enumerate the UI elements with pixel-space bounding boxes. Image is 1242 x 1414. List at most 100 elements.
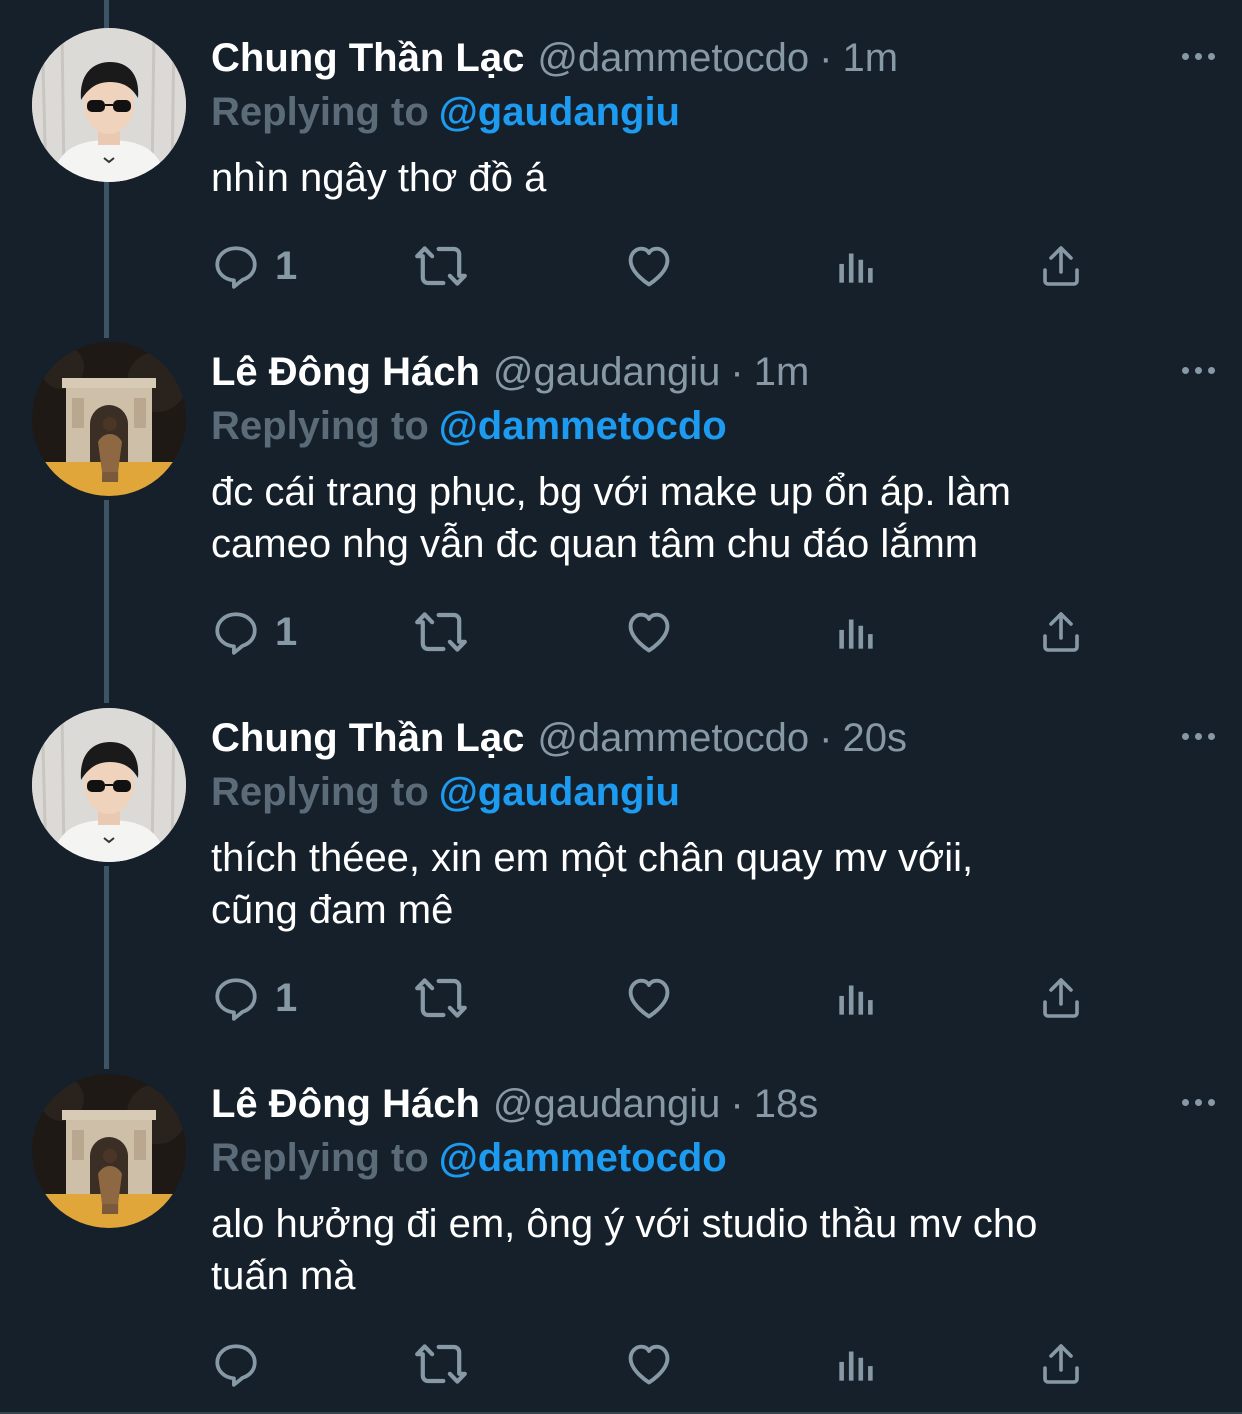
- replying-to: Replying to @dammetocdo: [211, 400, 1202, 452]
- timestamp[interactable]: 20s: [843, 710, 908, 766]
- analytics-icon: [831, 607, 881, 657]
- timestamp[interactable]: 18s: [754, 1076, 819, 1132]
- tweet-actions: [211, 1334, 1111, 1394]
- analytics-button[interactable]: [831, 602, 881, 662]
- user-handle[interactable]: @gaudangiu: [493, 1076, 720, 1132]
- reply-button[interactable]: [211, 1334, 275, 1394]
- timestamp[interactable]: 1m: [843, 30, 899, 86]
- avatar[interactable]: [32, 342, 186, 496]
- display-name[interactable]: Chung Thần Lạc: [211, 710, 524, 766]
- separator-dot: ·: [730, 1082, 744, 1126]
- retweet-button[interactable]: [413, 602, 469, 662]
- timestamp[interactable]: 1m: [754, 344, 810, 400]
- share-icon: [1037, 974, 1085, 1022]
- retweet-icon: [413, 604, 469, 660]
- reply-count: 1: [275, 609, 298, 654]
- replying-to-label: Replying to: [211, 1136, 429, 1180]
- analytics-icon: [831, 1339, 881, 1389]
- avatar-arc-de-triomphe-icon: [32, 342, 186, 496]
- thread-connector-line: [104, 866, 109, 1069]
- avatar[interactable]: [32, 708, 186, 862]
- tweet-actions: 1: [211, 236, 1111, 296]
- tweet-actions: 1: [211, 968, 1111, 1028]
- separator-dot: ·: [819, 716, 833, 760]
- replying-to: Replying to @gaudangiu: [211, 86, 1202, 138]
- analytics-button[interactable]: [831, 1334, 881, 1394]
- more-options-icon[interactable]: [1168, 708, 1228, 764]
- more-options-icon[interactable]: [1168, 28, 1228, 84]
- avatar[interactable]: [32, 1074, 186, 1228]
- replying-to-label: Replying to: [211, 404, 429, 448]
- like-button[interactable]: [623, 1334, 675, 1394]
- reply-icon: [211, 1339, 261, 1389]
- display-name[interactable]: Lê Đông Hách: [211, 1076, 480, 1132]
- more-options-icon[interactable]: [1168, 342, 1228, 398]
- tweet-text: thích théee, xin em một chân quay mv với…: [211, 832, 1201, 936]
- tweet-text-line: thích théee, xin em một chân quay mv với…: [211, 836, 974, 880]
- analytics-icon: [831, 241, 881, 291]
- like-button[interactable]: [623, 236, 675, 296]
- tweet-header: Lê Đông Hách @gaudangiu · 1m: [211, 344, 1202, 400]
- like-icon: [623, 972, 675, 1024]
- share-button[interactable]: [1037, 236, 1085, 296]
- retweet-icon: [413, 1336, 469, 1392]
- tweet-text-line: cameo nhg vẫn đc quan tâm chu đáo lắmm: [211, 522, 979, 566]
- share-button[interactable]: [1037, 602, 1085, 662]
- user-handle[interactable]: @dammetocdo: [537, 30, 809, 86]
- analytics-icon: [831, 973, 881, 1023]
- tweet-text: nhìn ngây thơ đồ á: [211, 152, 1201, 204]
- tweet-header: Chung Thần Lạc @dammetocdo · 1m: [211, 30, 1202, 86]
- display-name[interactable]: Chung Thần Lạc: [211, 30, 524, 86]
- replying-to-handle[interactable]: @dammetocdo: [439, 1136, 727, 1180]
- retweet-icon: [413, 238, 469, 294]
- thread: Chung Thần Lạc @dammetocdo · 1m Replying…: [0, 0, 1242, 1414]
- share-icon: [1037, 608, 1085, 656]
- reply-button[interactable]: 1: [211, 968, 297, 1028]
- replying-to-handle[interactable]: @gaudangiu: [439, 90, 680, 134]
- reply-button[interactable]: 1: [211, 236, 297, 296]
- avatar-arc-de-triomphe-icon: [32, 1074, 186, 1228]
- share-icon: [1037, 242, 1085, 290]
- tweet-text-line: đc cái trang phục, bg với make up ổn áp.…: [211, 470, 1011, 514]
- replying-to-label: Replying to: [211, 90, 429, 134]
- tweet-text-line: alo hưởng đi em, ông ý với studio thầu m…: [211, 1202, 1038, 1246]
- separator-dot: ·: [730, 350, 744, 394]
- tweet-text: alo hưởng đi em, ông ý với studio thầu m…: [211, 1198, 1201, 1302]
- share-button[interactable]: [1037, 1334, 1085, 1394]
- like-button[interactable]: [623, 602, 675, 662]
- retweet-button[interactable]: [413, 236, 469, 296]
- reply-count: 1: [275, 975, 298, 1020]
- thread-connector-line: [104, 500, 109, 703]
- avatar-boy-sunglasses-icon: [32, 708, 186, 862]
- analytics-button[interactable]: [831, 236, 881, 296]
- tweet-text-line: tuấn mà: [211, 1254, 356, 1298]
- tweet-actions: 1: [211, 602, 1111, 662]
- replying-to-handle[interactable]: @dammetocdo: [439, 404, 727, 448]
- retweet-button[interactable]: [413, 1334, 469, 1394]
- avatar-boy-sunglasses-icon: [32, 28, 186, 182]
- tweet-text-line: nhìn ngây thơ đồ á: [211, 156, 547, 200]
- user-handle[interactable]: @dammetocdo: [537, 710, 809, 766]
- analytics-button[interactable]: [831, 968, 881, 1028]
- replying-to-label: Replying to: [211, 770, 429, 814]
- like-icon: [623, 1338, 675, 1390]
- like-icon: [623, 240, 675, 292]
- separator-dot: ·: [819, 36, 833, 80]
- share-button[interactable]: [1037, 968, 1085, 1028]
- reply-icon: [211, 607, 261, 657]
- reply-count: 1: [275, 243, 298, 288]
- tweet-header: Lê Đông Hách @gaudangiu · 18s: [211, 1076, 1202, 1132]
- display-name[interactable]: Lê Đông Hách: [211, 344, 480, 400]
- replying-to-handle[interactable]: @gaudangiu: [439, 770, 680, 814]
- reply-button[interactable]: 1: [211, 602, 297, 662]
- more-options-icon[interactable]: [1168, 1074, 1228, 1130]
- like-icon: [623, 606, 675, 658]
- replying-to: Replying to @dammetocdo: [211, 1132, 1202, 1184]
- avatar[interactable]: [32, 28, 186, 182]
- replying-to: Replying to @gaudangiu: [211, 766, 1202, 818]
- retweet-button[interactable]: [413, 968, 469, 1028]
- tweet-text-line: cũng đam mê: [211, 888, 454, 932]
- user-handle[interactable]: @gaudangiu: [493, 344, 720, 400]
- like-button[interactable]: [623, 968, 675, 1028]
- retweet-icon: [413, 970, 469, 1026]
